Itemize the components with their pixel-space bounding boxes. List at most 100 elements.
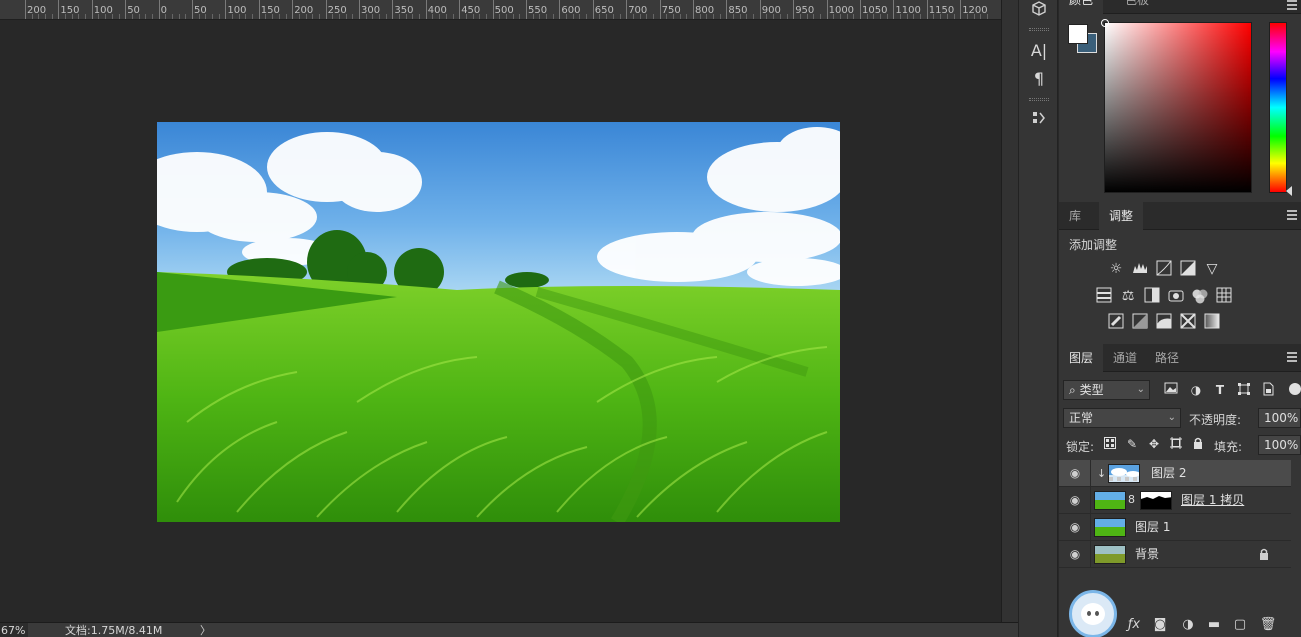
filter-adjustment-icon[interactable]: ◑ <box>1188 382 1204 398</box>
brightness-icon[interactable]: ☼ <box>1107 260 1125 278</box>
layer-row-layer-1-copy[interactable]: ◉ 8 图层 1 拷贝 <box>1059 487 1291 514</box>
posterize-icon[interactable] <box>1131 313 1149 331</box>
photo-filter-icon[interactable] <box>1167 287 1185 305</box>
lock-all-icon[interactable] <box>1191 437 1205 451</box>
canvas-workspace[interactable] <box>0 20 1001 622</box>
character-panel-icon[interactable]: A| <box>1027 40 1051 62</box>
panel-grip-2[interactable] <box>1029 98 1049 101</box>
ruler-minor-tick <box>399 14 401 19</box>
fill-input[interactable]: 100% <box>1258 435 1301 455</box>
exposure-icon[interactable] <box>1179 260 1197 278</box>
delete-layer-icon[interactable]: 🗑 <box>1259 616 1277 634</box>
color-lookup-icon[interactable] <box>1215 287 1233 305</box>
paragraph-panel-icon[interactable]: ¶ <box>1027 68 1051 90</box>
ruler-minor-tick <box>766 14 768 19</box>
tab-color[interactable]: 颜色 <box>1059 0 1104 14</box>
layers-panel-menu-icon[interactable] <box>1287 352 1297 362</box>
visibility-eye-icon[interactable]: ◉ <box>1068 520 1082 534</box>
lock-position-icon[interactable]: ✥ <box>1147 437 1161 451</box>
layer-name[interactable]: 图层 1 <box>1135 514 1170 541</box>
hue-slider-handle[interactable] <box>1286 186 1292 196</box>
visibility-eye-icon[interactable]: ◉ <box>1068 547 1082 561</box>
lock-image-pixels-icon[interactable]: ✎ <box>1125 437 1139 451</box>
levels-icon[interactable] <box>1131 260 1149 278</box>
lock-artboard-icon[interactable] <box>1169 437 1183 451</box>
link-layers-icon[interactable]: ƒx <box>1125 616 1143 634</box>
invert-icon[interactable] <box>1107 313 1125 331</box>
add-mask-icon[interactable]: ◙ <box>1151 616 1169 634</box>
blend-mode-select[interactable]: 正常 ⌄ <box>1063 408 1181 428</box>
color-balance-icon[interactable]: ⚖ <box>1119 287 1137 305</box>
layer-mask-thumbnail[interactable] <box>1140 491 1172 510</box>
layer-row-background[interactable]: ◉ 背景 <box>1059 541 1291 568</box>
document-image[interactable] <box>157 122 840 522</box>
ruler-minor-tick <box>31 14 33 19</box>
tab-channels[interactable]: 通道 <box>1103 344 1147 372</box>
layer-name[interactable]: 图层 2 <box>1151 460 1186 487</box>
visibility-eye-icon[interactable]: ◉ <box>1068 493 1082 507</box>
zoom-level[interactable]: 67% <box>0 623 28 637</box>
hue-slider[interactable] <box>1269 22 1292 196</box>
new-adjustment-layer-icon[interactable]: ◑ <box>1179 616 1197 634</box>
status-menu-arrow[interactable]: 〉 <box>200 623 211 637</box>
horizontal-ruler[interactable]: 200 150 100 50 0 50 100 150 200 250 300 350 400 450 50… <box>0 0 1001 20</box>
tab-swatches[interactable]: 色板 <box>1115 0 1159 14</box>
status-bar: 67% 文档:1.75M/8.41M 〉 <box>0 622 1018 637</box>
layer-thumbnail[interactable] <box>1094 545 1126 564</box>
ruler-minor-tick <box>78 14 80 19</box>
visibility-eye-icon[interactable]: ◉ <box>1068 466 1082 480</box>
filter-label: 类型 <box>1079 383 1104 397</box>
gradient-map-icon[interactable] <box>1203 313 1221 331</box>
properties-panel-icon[interactable] <box>1027 109 1051 131</box>
adjust-panel-menu-icon[interactable] <box>1287 210 1297 220</box>
curves-icon[interactable] <box>1155 260 1173 278</box>
ruler-minor-tick <box>980 14 982 19</box>
ruler-minor-tick <box>546 14 548 19</box>
layer-row-layer-1[interactable]: ◉ 图层 1 <box>1059 514 1291 541</box>
filter-smart-object-icon[interactable] <box>1260 382 1276 398</box>
panel-grip[interactable] <box>1029 28 1049 31</box>
vibrance-icon[interactable]: ▽ <box>1203 260 1221 278</box>
tab-adjustments[interactable]: 调整 <box>1099 202 1144 230</box>
ruler-minor-tick <box>45 14 47 19</box>
layer-thumbnail[interactable] <box>1094 491 1126 510</box>
filter-shape-icon[interactable] <box>1236 382 1252 398</box>
selective-color-icon[interactable] <box>1179 313 1197 331</box>
ruler-minor-tick <box>131 14 133 19</box>
layer-thumbnail[interactable] <box>1108 464 1140 483</box>
3d-cube-icon[interactable] <box>1027 0 1051 22</box>
ruler-minor-tick <box>65 14 67 19</box>
color-picker-field[interactable] <box>1101 19 1252 193</box>
chain-link-icon[interactable]: 8 <box>1128 493 1135 506</box>
tab-layers[interactable]: 图层 <box>1059 344 1104 372</box>
layer-thumbnail[interactable] <box>1094 518 1126 537</box>
ruler-minor-tick <box>71 14 73 19</box>
channel-mixer-icon[interactable] <box>1191 287 1209 305</box>
picker-cursor <box>1101 19 1109 27</box>
foreground-color-swatch[interactable] <box>1068 24 1088 44</box>
new-group-icon[interactable]: ▬ <box>1205 616 1223 634</box>
filter-pixel-icon[interactable] <box>1163 382 1179 398</box>
layer-name[interactable]: 背景 <box>1135 541 1159 568</box>
assistant-mascot-avatar[interactable] <box>1069 590 1117 637</box>
ruler-major-tick <box>425 0 427 19</box>
filter-toggle-icon[interactable] <box>1289 383 1301 395</box>
ruler-minor-tick <box>773 14 775 19</box>
threshold-icon[interactable] <box>1155 313 1173 331</box>
vertical-scrollbar[interactable] <box>1001 0 1018 622</box>
black-white-icon[interactable] <box>1143 287 1161 305</box>
layer-row-layer-2[interactable]: ◉ ↓ 图层 2 <box>1059 460 1291 487</box>
ruler-minor-tick <box>185 14 187 19</box>
filter-type-icon[interactable]: T <box>1212 382 1228 398</box>
hue-saturation-icon[interactable] <box>1095 287 1113 305</box>
opacity-input[interactable]: 100% <box>1258 408 1301 428</box>
layer-filter-select[interactable]: ⌕ 类型 ⌄ <box>1063 380 1150 400</box>
ruler-minor-tick <box>165 14 167 19</box>
tab-libraries[interactable]: 库 <box>1059 202 1091 230</box>
tab-paths[interactable]: 路径 <box>1145 344 1189 372</box>
opacity-value: 100% <box>1264 411 1299 425</box>
color-panel-menu-icon[interactable] <box>1287 0 1297 10</box>
lock-transparent-pixels-icon[interactable] <box>1103 437 1117 451</box>
new-layer-icon[interactable]: ▢ <box>1231 616 1249 634</box>
layer-name[interactable]: 图层 1 拷贝 <box>1181 487 1244 514</box>
